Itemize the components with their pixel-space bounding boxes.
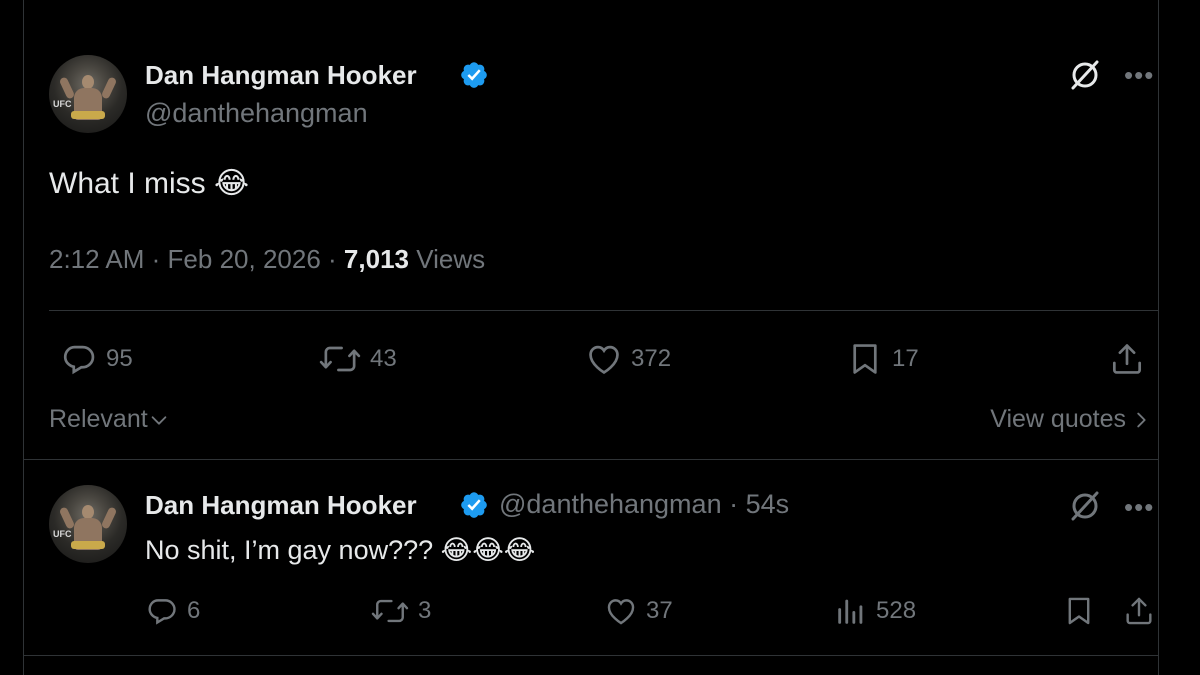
reply-emoji: 😂😂😂 [440, 535, 536, 566]
reply-author-name[interactable]: Dan Hangman Hooker [145, 490, 417, 521]
more-icon[interactable]: ••• [1124, 62, 1154, 88]
reply-button[interactable]: 6 [145, 594, 200, 628]
repost-icon [319, 346, 361, 372]
chevron-down-icon [151, 415, 167, 425]
share-button[interactable] [1108, 340, 1146, 378]
tweet-meta: 2:12 AM · Feb 20, 2026 · 7,013 Views [49, 244, 485, 275]
reply-handle-line: @danthehangman · 54s [499, 489, 789, 520]
share-icon [1112, 344, 1142, 374]
tweet-time[interactable]: 2:12 AM [49, 244, 144, 274]
reply-text-content: No shit, I’m gay now??? [145, 535, 434, 565]
reply-separator: · [729, 489, 739, 519]
view-quotes-link[interactable]: View quotes [990, 405, 1152, 434]
repost-button[interactable]: 3 [370, 594, 431, 628]
tweet-text: What I miss 😂 [49, 166, 249, 201]
tweet-date[interactable]: Feb 20, 2026 [168, 244, 321, 274]
avatar[interactable]: UFC [49, 55, 127, 133]
repost-icon [371, 599, 409, 623]
reply-avatar[interactable]: UFC [49, 485, 127, 563]
reply-text: No shit, I’m gay now??? 😂😂😂 [145, 535, 535, 566]
divider [49, 310, 1159, 311]
views-count: 528 [876, 597, 917, 624]
views-button[interactable]: 528 [834, 594, 916, 628]
like-button[interactable]: 37 [604, 594, 673, 628]
chevron-right-icon [1137, 412, 1146, 427]
views-icon [838, 599, 863, 624]
views-count: 7,013 [343, 244, 409, 274]
reply-count: 6 [187, 597, 201, 624]
author-name[interactable]: Dan Hangman Hooker [145, 60, 417, 91]
reply-age[interactable]: 54s [746, 489, 790, 519]
meta-separator: · [151, 244, 161, 274]
verified-badge-icon [461, 62, 487, 88]
divider [23, 459, 1159, 460]
reply-author-handle[interactable]: @danthehangman [499, 489, 722, 519]
reply-icon [148, 599, 176, 625]
repost-count: 3 [418, 597, 432, 624]
bookmark-count: 17 [892, 345, 919, 372]
sort-label: Relevant [49, 405, 148, 433]
grok-icon[interactable] [1068, 58, 1102, 92]
like-button[interactable]: 372 [585, 340, 671, 378]
like-count: 37 [646, 597, 673, 624]
more-icon[interactable]: ••• [1124, 494, 1154, 520]
repost-button[interactable]: 43 [318, 340, 397, 378]
repost-count: 43 [370, 345, 397, 372]
bookmark-icon [1068, 597, 1090, 625]
sort-dropdown[interactable]: Relevant [49, 405, 170, 434]
bookmark-button[interactable] [1062, 594, 1096, 628]
grok-icon[interactable] [1068, 489, 1102, 523]
tweet-emoji: 😂 [214, 166, 250, 201]
share-icon [1126, 597, 1152, 625]
view-quotes-label: View quotes [990, 405, 1126, 433]
reply-icon [63, 345, 95, 375]
divider [23, 655, 1159, 656]
tweet-text-content: What I miss [49, 167, 206, 200]
reply-count: 95 [106, 345, 133, 372]
views-label: Views [416, 244, 486, 274]
author-handle[interactable]: @danthehangman [145, 98, 368, 129]
like-icon [607, 599, 635, 625]
like-icon [589, 345, 619, 375]
like-count: 372 [631, 345, 672, 372]
share-button[interactable] [1122, 594, 1156, 628]
bookmark-button[interactable]: 17 [846, 340, 919, 378]
meta-separator: · [328, 244, 337, 274]
bookmark-icon [853, 344, 877, 374]
verified-badge-icon [461, 492, 487, 518]
reply-button[interactable]: 95 [60, 340, 133, 378]
